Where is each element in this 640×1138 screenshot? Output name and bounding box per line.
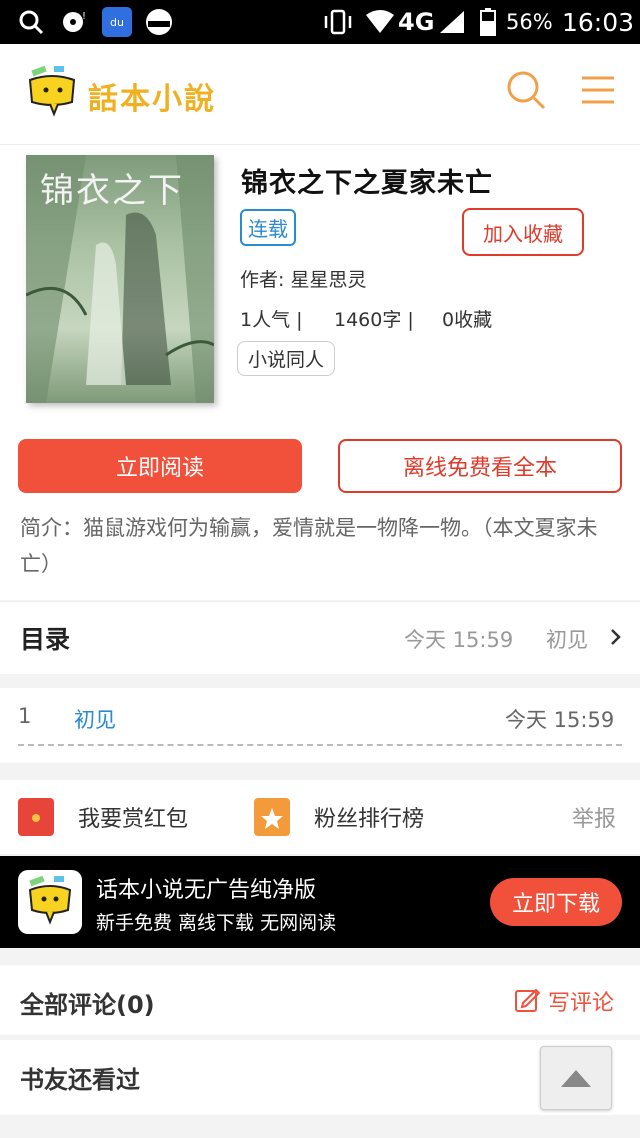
also-read-label: 书友还看过 (20, 1066, 140, 1094)
app-icon (144, 0, 174, 44)
vibrate-icon (322, 0, 354, 44)
network-type: 4G (398, 8, 435, 36)
app-download-banner: 话本小说无广告纯净版 新手免费 离线下载 无网阅读 立即下载 (0, 856, 640, 948)
status-badge: 连载 (240, 209, 296, 246)
book-tag[interactable]: 小说同人 (237, 341, 336, 376)
report-button[interactable]: 举报 (572, 801, 616, 833)
cover-title: 锦衣之下 (40, 171, 184, 211)
chapter-number: 1 (18, 704, 32, 728)
reward-row: 我要赏红包 粉丝排行榜 举报 (0, 780, 640, 854)
book-cover[interactable]: 锦衣之下 (26, 155, 214, 403)
app-logo-icon (18, 870, 82, 934)
write-comment-button[interactable]: 写评论 (548, 985, 614, 1017)
toc-updated-time: 今天 15:59 (404, 628, 514, 652)
book-author: 作者: 星星思灵 (240, 269, 367, 291)
list-item[interactable]: 1 初见 今天 15:59 (0, 688, 640, 763)
battery-icon (480, 0, 496, 44)
chapter-list: 1 初见 今天 15:59 (0, 688, 640, 763)
app-logo-text: 話本小說 (88, 82, 216, 117)
download-button[interactable]: 立即下载 (490, 878, 622, 926)
book-popularity: 1人气 | (240, 309, 303, 331)
fan-rank-icon (254, 798, 290, 840)
search-icon (18, 0, 44, 44)
book-word-count: 1460字 | (334, 309, 414, 331)
offline-full-read-button[interactable]: 离线免费看全本 (338, 439, 622, 493)
book-favorites-count: 0收藏 (442, 309, 493, 331)
promo-title: 话本小说无广告纯净版 (96, 878, 317, 903)
add-to-favorites-button[interactable]: 加入收藏 (462, 208, 584, 256)
chapter-title: 初见 (74, 708, 116, 732)
triangle-up-icon (561, 1070, 591, 1087)
chevron-right-icon (610, 628, 622, 650)
comments-section: 全部评论(0) 写评论 (0, 965, 640, 1035)
menu-icon[interactable] (580, 74, 616, 110)
divider (18, 744, 622, 746)
status-bar: ! du 4G 56% 16:03 (0, 0, 640, 44)
battery-percent: 56% (506, 10, 553, 34)
red-packet-icon (18, 798, 54, 840)
wifi-icon (364, 0, 396, 44)
read-now-button[interactable]: 立即阅读 (18, 439, 302, 493)
baidu-app-icon: du (102, 0, 132, 44)
toc-label: 目录 (20, 625, 71, 654)
fan-rank-button[interactable]: 粉丝排行榜 (314, 801, 424, 833)
svg-text:!: ! (82, 11, 86, 22)
edit-icon (514, 987, 541, 1017)
search-icon[interactable] (505, 69, 547, 115)
comments-label: 全部评论(0) (20, 991, 155, 1019)
app-header: 話本小說 (0, 44, 640, 145)
book-title: 锦衣之下之夏家未亡 (241, 168, 493, 199)
clock: 16:03 (562, 7, 635, 37)
signal-icon (438, 0, 466, 44)
book-intro: 简介：猫鼠游戏何为输赢，爱情就是一物降一物。（本文夏家未亡） (20, 516, 598, 576)
back-to-top-button[interactable] (540, 1046, 612, 1110)
red-packet-button[interactable]: 我要赏红包 (78, 801, 188, 833)
music-icon: ! (60, 0, 90, 44)
promo-subtitle: 新手免费 离线下载 无网阅读 (96, 912, 337, 934)
toc-latest-chapter: 初见 (546, 628, 588, 652)
app-logo-icon[interactable] (24, 64, 80, 124)
chapter-time: 今天 15:59 (505, 708, 615, 732)
toc-row[interactable]: 目录 今天 15:59 初见 (0, 601, 640, 674)
book-detail: 锦衣之下 锦衣之下之夏家未亡 连载 加入收藏 作者: 星星思灵 1人气 | 14… (0, 145, 640, 600)
